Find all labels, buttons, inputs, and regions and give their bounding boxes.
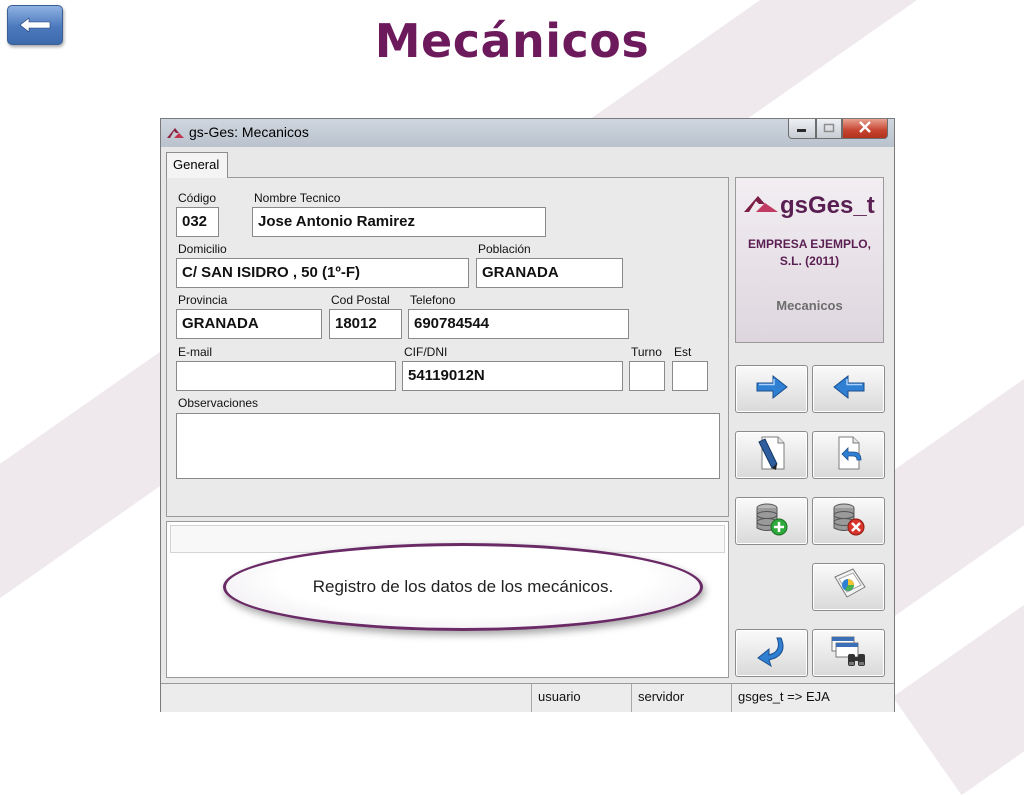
arrow-left-icon (832, 374, 866, 405)
window-controls (788, 119, 888, 139)
cod-postal-label: Cod Postal (331, 293, 390, 307)
edit-button[interactable] (735, 431, 808, 479)
company-name: EMPRESA EJEMPLO, S.L. (2011) (748, 237, 871, 268)
observaciones-field[interactable] (176, 413, 720, 479)
window-title: gs-Ges: Mecanicos (189, 124, 309, 140)
maximize-button[interactable] (816, 119, 842, 139)
annotation-callout: Registro de los datos de los mecánicos. (223, 543, 703, 631)
provincia-field[interactable]: GRANADA (176, 309, 322, 339)
app-logo-icon (167, 126, 185, 144)
status-message (161, 684, 531, 712)
previous-record-button[interactable] (812, 365, 885, 413)
arrow-right-icon (755, 374, 789, 405)
close-button[interactable] (842, 119, 888, 139)
close-icon (858, 120, 872, 138)
est-label: Est (674, 345, 692, 359)
status-usuario: usuario (531, 684, 631, 712)
nombre-label: Nombre Tecnico (254, 191, 341, 205)
print-preview-icon (829, 567, 869, 608)
cif-field[interactable]: 54119012N (402, 361, 623, 391)
poblacion-label: Población (478, 242, 531, 256)
company-logo-panel: gsGes_t EMPRESA EJEMPLO, S.L. (2011) Mec… (735, 177, 884, 343)
print-button[interactable] (812, 563, 885, 611)
nombre-field[interactable]: Jose Antonio Ramirez (252, 207, 546, 237)
form-panel: Código 032 Nombre Tecnico Jose Antonio R… (166, 177, 729, 517)
undo-edit-button[interactable] (812, 431, 885, 479)
minimize-button[interactable] (788, 119, 816, 139)
est-field[interactable] (672, 361, 708, 391)
delete-record-button[interactable] (812, 497, 885, 545)
return-button[interactable] (735, 629, 808, 677)
module-name: Mecanicos (776, 298, 843, 313)
edit-document-icon (756, 434, 788, 477)
cif-label: CIF/DNI (404, 345, 448, 359)
logo-name: gsGes_t (780, 192, 875, 219)
minimize-icon (796, 120, 808, 138)
status-empresa: gsges_t => EJA (731, 684, 894, 712)
turno-label: Turno (631, 345, 662, 359)
window-titlebar[interactable]: gs-Ges: Mecanicos (161, 119, 894, 147)
search-binoculars-icon (830, 634, 868, 673)
codigo-label: Código (178, 191, 217, 205)
callout-text: Registro de los datos de los mecánicos. (312, 577, 614, 596)
undo-document-icon (833, 434, 865, 477)
email-field[interactable] (176, 361, 396, 391)
observaciones-label: Observaciones (178, 396, 259, 410)
turno-field[interactable] (629, 361, 665, 391)
add-record-button[interactable] (735, 497, 808, 545)
slide-title: Mecánicos (374, 14, 650, 68)
provincia-label: Provincia (178, 293, 228, 307)
codigo-field[interactable]: 032 (176, 207, 219, 237)
telefono-label: Telefono (410, 293, 456, 307)
status-bar: usuario servidor gsges_t => EJA (161, 683, 894, 712)
domicilio-field[interactable]: C/ SAN ISIDRO , 50 (1º-F) (176, 258, 469, 288)
status-servidor: servidor (631, 684, 731, 712)
domicilio-label: Domicilio (178, 242, 227, 256)
poblacion-field[interactable]: GRANADA (476, 258, 623, 288)
maximize-icon (823, 120, 835, 138)
next-record-button[interactable] (735, 365, 808, 413)
email-label: E-mail (178, 345, 213, 359)
gsges-logo-icon (744, 194, 780, 219)
return-icon (755, 634, 789, 673)
database-delete-icon (831, 501, 867, 542)
tab-general[interactable]: General (166, 152, 228, 178)
cod-postal-field[interactable]: 18012 (329, 309, 402, 339)
telefono-field[interactable]: 690784544 (408, 309, 629, 339)
database-add-icon (754, 501, 790, 542)
search-button[interactable] (812, 629, 885, 677)
